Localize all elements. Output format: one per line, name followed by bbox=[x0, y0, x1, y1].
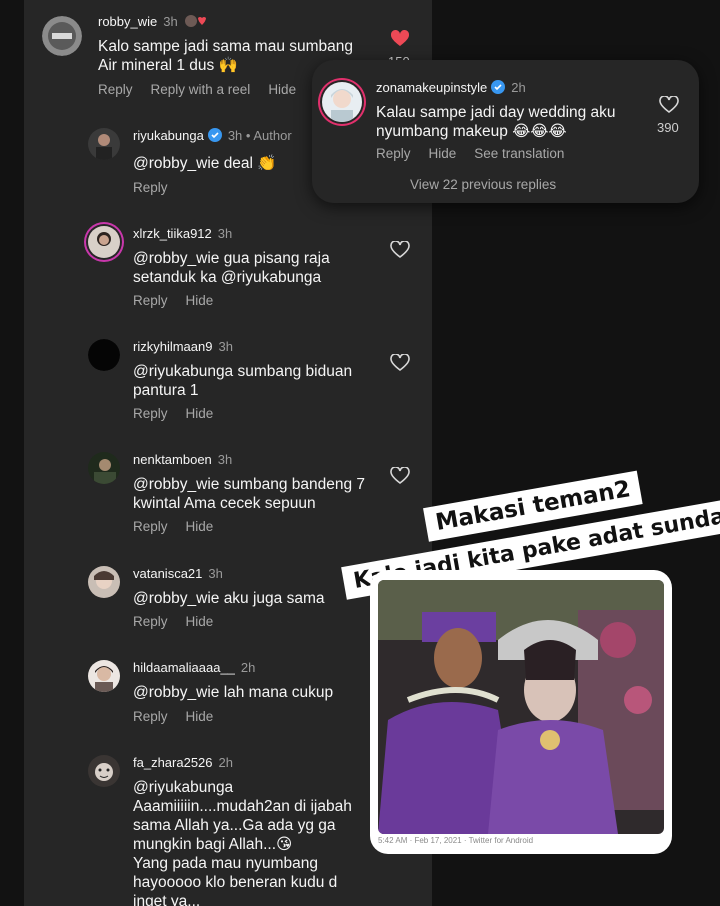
hide-button[interactable]: Hide bbox=[186, 709, 214, 724]
username[interactable]: riyukabunga bbox=[133, 128, 204, 143]
liked-by-author-icon bbox=[184, 14, 207, 28]
like-heart-icon[interactable] bbox=[390, 466, 410, 485]
comment-time: 2h bbox=[511, 80, 526, 95]
liked-heart-icon[interactable] bbox=[390, 29, 410, 48]
comment-text-line: inget ya... bbox=[133, 893, 201, 906]
comment-text-line: Yang pada mau nyumbang bbox=[133, 855, 318, 872]
comment-time: 2h bbox=[218, 755, 233, 770]
hide-button[interactable]: Hide bbox=[429, 146, 457, 161]
hide-button[interactable]: Hide bbox=[186, 519, 214, 534]
hide-button[interactable]: Hide bbox=[186, 406, 214, 421]
username[interactable]: fa_zhara2526 bbox=[133, 755, 213, 770]
comment-text-line: setanduk ka @riyukabunga bbox=[133, 269, 322, 286]
avatar[interactable] bbox=[88, 660, 120, 692]
comment-text-line: kwintal Ama cecek sepuun bbox=[133, 495, 316, 512]
comment-time: 2h bbox=[240, 660, 256, 675]
username[interactable]: hildaamaliaaaa__ bbox=[133, 660, 235, 675]
reply-button[interactable]: Reply bbox=[133, 180, 168, 195]
comment-text-line: Kalau sampe jadi day wedding aku bbox=[376, 104, 616, 121]
avatar[interactable] bbox=[88, 339, 120, 371]
avatar[interactable] bbox=[88, 128, 120, 160]
comment-text-line: hayooooo klo beneran kudu d bbox=[133, 874, 338, 891]
like-heart-icon[interactable] bbox=[390, 353, 410, 372]
username[interactable]: nenktamboen bbox=[133, 452, 212, 467]
author-label: • Author bbox=[245, 128, 292, 143]
reply-with-reel-button[interactable]: Reply with a reel bbox=[151, 82, 251, 97]
avatar[interactable] bbox=[42, 16, 82, 56]
username[interactable]: rizkyhilmaan9 bbox=[133, 339, 212, 354]
like-count: 390 bbox=[657, 120, 679, 135]
comment-time: 3h bbox=[163, 14, 178, 29]
comment-text-line: mungkin bagi Allah...😘 bbox=[133, 836, 293, 853]
comment-time: 3h bbox=[217, 226, 233, 241]
comment-text-line: @robby_wie gua pisang raja bbox=[133, 250, 330, 267]
comment-text-line: @robby_wie aku juga sama bbox=[133, 590, 325, 607]
reply-button[interactable]: Reply bbox=[133, 293, 168, 308]
username[interactable]: robby_wie bbox=[98, 14, 157, 29]
hide-button[interactable]: Hide bbox=[268, 82, 296, 97]
reply-button[interactable]: Reply bbox=[133, 519, 168, 534]
verified-badge-icon bbox=[491, 80, 506, 94]
reply-button[interactable]: Reply bbox=[376, 146, 411, 161]
avatar[interactable] bbox=[88, 452, 120, 484]
reply-button[interactable]: Reply bbox=[98, 82, 133, 97]
reply-button[interactable]: Reply bbox=[133, 709, 168, 724]
reply-button[interactable]: Reply bbox=[133, 406, 168, 421]
avatar[interactable] bbox=[88, 226, 120, 258]
comment-text-line: sama Allah ya...Ga ada yg ga bbox=[133, 817, 336, 834]
tweet-photo-card[interactable]: 5:42 AM · Feb 17, 2021 · Twitter for And… bbox=[370, 570, 672, 854]
comment-text-line: nyumbang makeup 😂😂😂 bbox=[376, 123, 567, 140]
comment-time: 3h bbox=[208, 566, 223, 581]
like-heart-icon[interactable] bbox=[390, 240, 410, 259]
avatar[interactable] bbox=[88, 755, 120, 787]
highlighted-comment-popup: zonamakeupinstyle 2h Kalau sampe jadi day… bbox=[312, 60, 699, 203]
comment-text-line: Aaamiiiiin....mudah2an di ijabah bbox=[133, 798, 352, 815]
comment-text-line: @riyukabunga bbox=[133, 779, 234, 796]
comment-text-line: @riyukabunga sumbang biduan bbox=[133, 363, 353, 380]
wedding-photo bbox=[378, 580, 664, 834]
avatar[interactable] bbox=[322, 82, 362, 122]
hide-button[interactable]: Hide bbox=[186, 614, 214, 629]
comment-text-line: @robby_wie deal 👏 bbox=[133, 155, 277, 172]
comment-time: 3h bbox=[218, 339, 233, 354]
comment-time: 3h bbox=[217, 452, 233, 467]
username[interactable]: vatanisca21 bbox=[133, 566, 202, 581]
like-heart-icon[interactable] bbox=[659, 95, 679, 114]
comment-time: 3h bbox=[227, 128, 243, 143]
tweet-timestamp: 5:42 AM · Feb 17, 2021 · Twitter for And… bbox=[378, 836, 534, 845]
reply-button[interactable]: Reply bbox=[133, 614, 168, 629]
username[interactable]: zonamakeupinstyle bbox=[376, 80, 487, 95]
see-translation-button[interactable]: See translation bbox=[474, 146, 564, 161]
verified-badge-icon bbox=[207, 128, 222, 142]
avatar[interactable] bbox=[88, 566, 120, 598]
comment-text-line: @robby_wie lah mana cukup bbox=[133, 684, 334, 701]
comment-text-line: pantura 1 bbox=[133, 382, 199, 399]
comment-text-line: @robby_wie sumbang bandeng 7 bbox=[133, 476, 366, 493]
username[interactable]: xlrzk_tiika912 bbox=[133, 226, 212, 241]
comment-text-line: Kalo sampe jadi sama mau sumbang bbox=[98, 38, 354, 55]
view-previous-replies-link[interactable]: View 22 previous replies bbox=[410, 177, 556, 192]
hide-button[interactable]: Hide bbox=[186, 293, 214, 308]
